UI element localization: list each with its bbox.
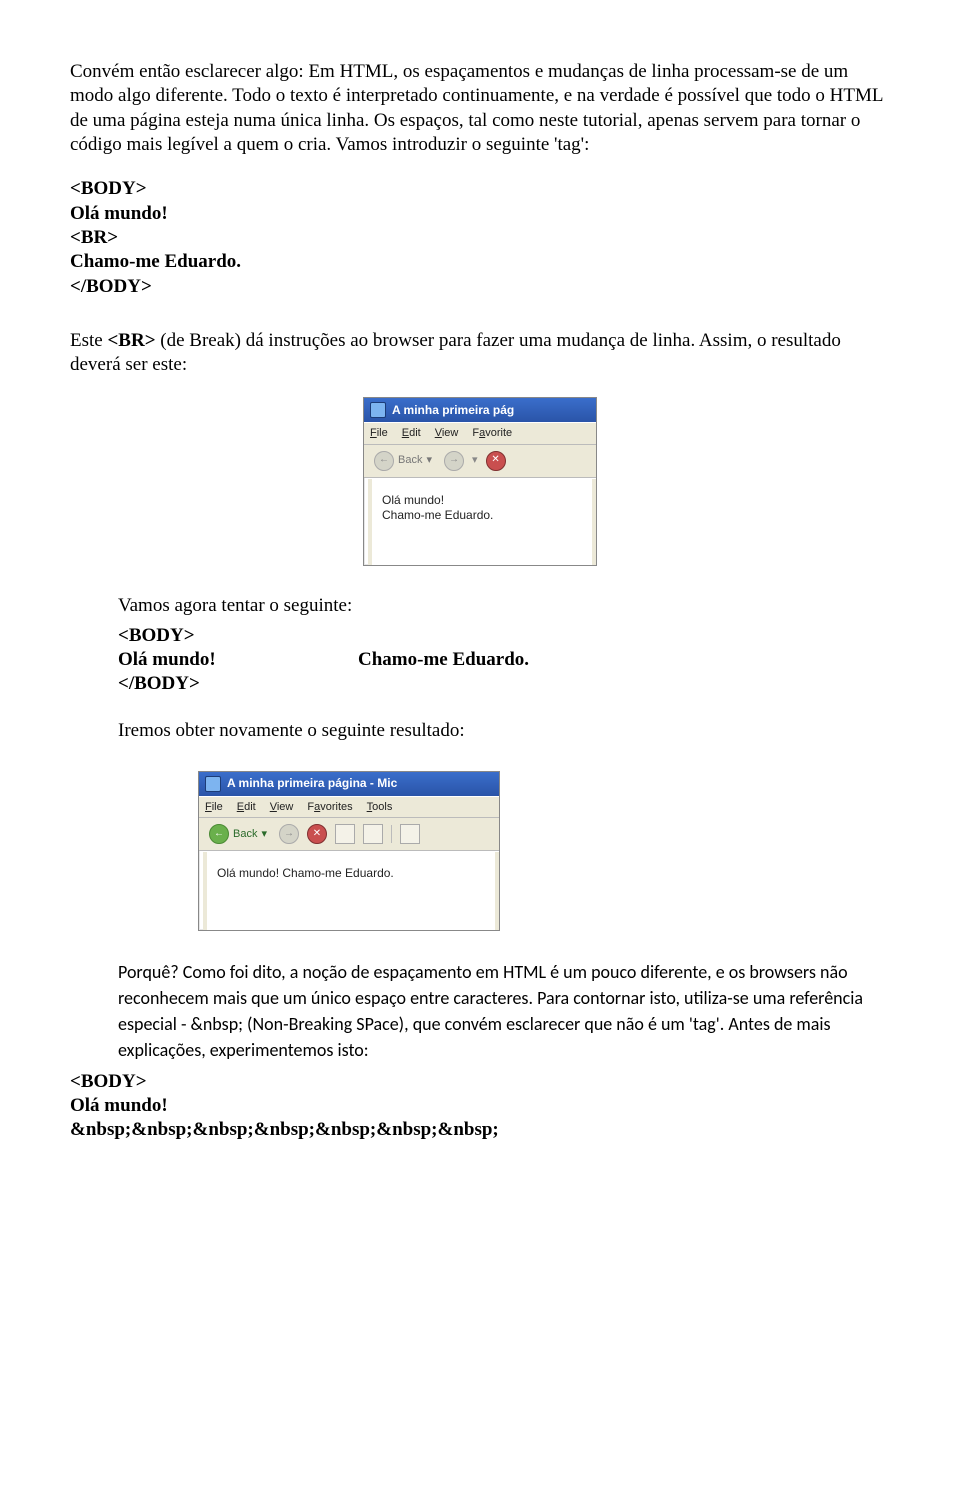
indented-block: Vamos agora tentar o seguinte: <BODY> Ol… (118, 594, 890, 1064)
dropdown-icon: ▾ (261, 827, 267, 841)
dropdown-icon: ▾ (426, 453, 432, 467)
code-line: <BODY> (70, 1070, 890, 1094)
browser-screenshot-1: A minha primeira pág File Edit View Favo… (363, 397, 597, 565)
code-line: Olá mundo! Chamo-me Eduardo. (118, 648, 890, 672)
bold-br: <BR> (107, 330, 155, 351)
back-button[interactable]: ← Back ▾ (370, 449, 436, 473)
menu-file[interactable]: File (205, 800, 223, 814)
stop-icon[interactable]: ✕ (307, 824, 327, 844)
code-text: Olá mundo! (118, 648, 358, 672)
menu-view[interactable]: View (435, 426, 459, 440)
content-line: Olá mundo! Chamo-me Eduardo. (217, 866, 489, 881)
code-line: Olá mundo! (70, 1094, 890, 1118)
home-icon[interactable] (363, 824, 383, 844)
menu-tools[interactable]: Tools (367, 800, 393, 814)
forward-arrow-icon[interactable]: → (279, 824, 299, 844)
code-line: </BODY> (118, 672, 890, 696)
forward-arrow-icon[interactable]: → (444, 451, 464, 471)
back-button[interactable]: ← Back ▾ (205, 822, 271, 846)
menu-file[interactable]: File (370, 426, 388, 440)
refresh-icon[interactable] (335, 824, 355, 844)
window-title: A minha primeira pág (392, 403, 514, 418)
menu-view[interactable]: View (270, 800, 294, 814)
back-arrow-icon: ← (374, 451, 394, 471)
menu-edit[interactable]: Edit (237, 800, 256, 814)
code-block-2: <BODY> Olá mundo! Chamo-me Eduardo. </BO… (118, 624, 890, 697)
code-line: Olá mundo! (70, 202, 890, 226)
paragraph-result-again: Iremos obter novamente o seguinte result… (118, 719, 890, 743)
code-text: Chamo-me Eduardo. (358, 648, 529, 672)
window-title: A minha primeira página - Mic (227, 776, 397, 791)
toolbar: ← Back ▾ → ✕ (199, 818, 499, 851)
menu-favorites[interactable]: Favorites (307, 800, 352, 814)
paragraph-why: Porquê? Como foi dito, a noção de espaça… (118, 959, 890, 1063)
menubar: File Edit View Favorites Tools (199, 796, 499, 818)
content-line: Olá mundo! (382, 493, 586, 508)
code-block-3: <BODY> Olá mundo! &nbsp;&nbsp;&nbsp;&nbs… (70, 1070, 890, 1143)
dropdown-icon: ▾ (472, 453, 478, 467)
toolbar: ← Back ▾ → ▾ ✕ (364, 445, 596, 478)
paragraph-br-explain: Este <BR> (de Break) dá instruções ao br… (70, 329, 890, 378)
code-line: Chamo-me Eduardo. (70, 250, 890, 274)
paragraph-intro: Convém então esclarecer algo: Em HTML, o… (70, 60, 890, 157)
code-line: <BODY> (118, 624, 890, 648)
back-label: Back (233, 827, 257, 841)
stop-icon[interactable]: ✕ (486, 451, 506, 471)
back-label: Back (398, 453, 422, 467)
browser-screenshot-2: A minha primeira página - Mic File Edit … (198, 771, 500, 931)
search-icon[interactable] (400, 824, 420, 844)
code-line: <BODY> (70, 177, 890, 201)
paragraph-try-next: Vamos agora tentar o seguinte: (118, 594, 890, 618)
separator (391, 825, 392, 843)
browser-content: Olá mundo! Chamo-me Eduardo. (203, 851, 499, 930)
content-line: Chamo-me Eduardo. (382, 508, 586, 523)
code-line: <BR> (70, 226, 890, 250)
browser-content: Olá mundo! Chamo-me Eduardo. (368, 478, 596, 565)
menu-favorites[interactable]: Favorite (472, 426, 512, 440)
browser-icon (370, 402, 386, 418)
back-arrow-icon: ← (209, 824, 229, 844)
titlebar: A minha primeira pág (364, 398, 596, 422)
code-line: </BODY> (70, 275, 890, 299)
browser-icon (205, 776, 221, 792)
text-span: Este (70, 330, 107, 351)
code-block-1: <BODY> Olá mundo! <BR> Chamo-me Eduardo.… (70, 177, 890, 299)
menu-edit[interactable]: Edit (402, 426, 421, 440)
code-line: &nbsp;&nbsp;&nbsp;&nbsp;&nbsp;&nbsp;&nbs… (70, 1118, 890, 1142)
text-span: (de Break) dá instruções ao browser para… (70, 330, 841, 375)
menubar: File Edit View Favorite (364, 422, 596, 444)
titlebar: A minha primeira página - Mic (199, 772, 499, 796)
